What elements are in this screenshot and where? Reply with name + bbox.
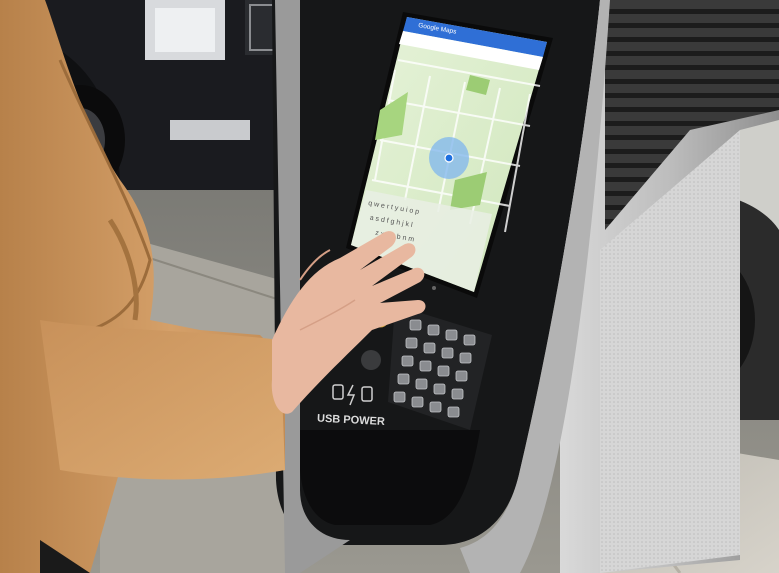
- tablet-home-dot: [432, 286, 436, 290]
- keypad-key[interactable]: [411, 396, 424, 408]
- keypad-key[interactable]: [445, 329, 458, 341]
- keypad-key[interactable]: [401, 355, 414, 367]
- keypad-key[interactable]: [447, 406, 460, 418]
- keypad-key[interactable]: [409, 319, 422, 331]
- photo-canvas: Google Maps q w e r t y u i o p a s d f …: [0, 0, 779, 573]
- tactile-button[interactable]: [361, 350, 381, 370]
- keypad-key[interactable]: [433, 383, 446, 395]
- keypad-key[interactable]: [451, 388, 464, 400]
- keypad-key[interactable]: [415, 378, 428, 390]
- keypad-key[interactable]: [429, 401, 442, 413]
- keypad-key[interactable]: [441, 347, 454, 359]
- keypad-key[interactable]: [405, 337, 418, 349]
- keypad-key[interactable]: [455, 370, 468, 382]
- keypad-key[interactable]: [459, 352, 472, 364]
- keypad-key[interactable]: [463, 334, 476, 346]
- kiosk-photo: Google Maps q w e r t y u i o p a s d f …: [0, 0, 779, 573]
- keypad-key[interactable]: [423, 342, 436, 354]
- current-location-dot: [444, 153, 454, 163]
- keypad-key[interactable]: [427, 324, 440, 336]
- keypad-key[interactable]: [397, 373, 410, 385]
- keypad-key[interactable]: [419, 360, 432, 372]
- keypad-key[interactable]: [437, 365, 450, 377]
- keypad-key[interactable]: [393, 391, 406, 403]
- coat-sleeve: [40, 320, 285, 480]
